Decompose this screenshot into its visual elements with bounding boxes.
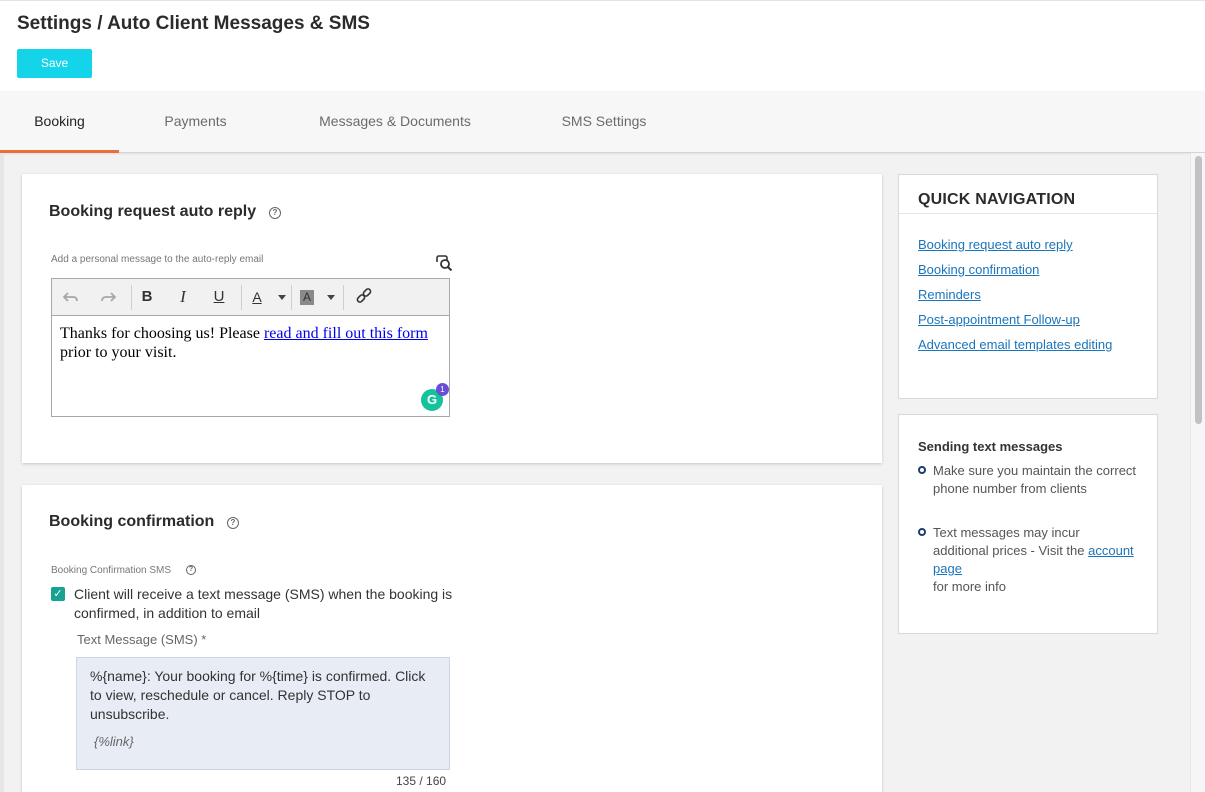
divider <box>899 213 1157 214</box>
tab-messages-documents[interactable]: Messages & Documents <box>300 91 490 152</box>
undo-icon[interactable] <box>63 287 79 307</box>
link-icon[interactable] <box>355 287 373 307</box>
quick-navigation-panel: QUICK NAVIGATION Booking request auto re… <box>898 174 1158 399</box>
quick-navigation-title: QUICK NAVIGATION <box>918 191 1076 208</box>
auto-reply-card: Booking request auto reply ? Add a perso… <box>22 174 882 463</box>
highlight-color-button[interactable]: A <box>300 290 314 305</box>
help-circle-icon[interactable]: ? <box>269 207 281 219</box>
auto-reply-title: Booking request auto reply <box>49 203 257 220</box>
italic-button[interactable]: I <box>174 287 192 307</box>
bold-button[interactable]: B <box>138 287 156 307</box>
sms-tip-text: for more info <box>933 579 1006 594</box>
bullet-icon <box>918 528 926 536</box>
rich-text-editor[interactable]: B I U A A Thanks for choosing us! Please… <box>51 278 450 417</box>
tab-bar: Booking Payments Messages & Documents SM… <box>0 91 1205 153</box>
tab-booking[interactable]: Booking <box>0 91 119 153</box>
sms-tips-panel: Sending text messages Make sure you main… <box>898 414 1158 634</box>
quick-nav-link-advanced-templates[interactable]: Advanced email templates editing <box>918 337 1112 352</box>
toolbar-divider <box>131 285 132 310</box>
auto-reply-field-label: Add a personal message to the auto-reply… <box>51 254 264 265</box>
form-link[interactable]: read and fill out this form <box>264 325 428 342</box>
editor-toolbar: B I U A A <box>52 279 449 316</box>
sms-checkbox[interactable]: ✓ <box>51 587 65 601</box>
help-circle-icon[interactable]: ? <box>186 565 196 575</box>
sms-tip-text: Make sure you maintain the correct phone… <box>933 463 1137 496</box>
scrollbar-thumb[interactable] <box>1195 156 1202 424</box>
character-counter: 135 / 160 <box>396 774 447 788</box>
grammarly-count-badge: 1 <box>436 383 449 396</box>
underline-button[interactable]: U <box>210 287 228 307</box>
sms-tip-item: Make sure you maintain the correct phone… <box>918 462 1138 498</box>
sms-label: Booking Confirmation SMS <box>51 565 172 576</box>
page-title: Settings / Auto Client Messages & SMS <box>17 13 370 34</box>
save-button[interactable]: Save <box>17 49 92 78</box>
sms-tips-title: Sending text messages <box>918 439 1063 454</box>
quick-nav-link-auto-reply[interactable]: Booking request auto reply <box>918 237 1073 252</box>
quick-nav-link-booking-confirmation[interactable]: Booking confirmation <box>918 262 1039 277</box>
sms-message-text: %{name}: Your booking for %{time} is con… <box>90 668 426 722</box>
sms-message-input[interactable]: %{name}: Your booking for %{time} is con… <box>76 657 450 770</box>
page-header: Settings / Auto Client Messages & SMS Sa… <box>0 0 1205 91</box>
editor-text: prior to your visit. <box>60 344 177 361</box>
quick-nav-link-reminders[interactable]: Reminders <box>918 287 981 302</box>
left-rail <box>0 153 4 792</box>
toolbar-divider <box>343 285 344 310</box>
sms-tip-item: Text messages may incur additional price… <box>918 524 1138 596</box>
toolbar-divider <box>241 285 242 310</box>
sms-link-token: {%link} <box>94 734 134 749</box>
preview-search-icon[interactable] <box>435 254 453 271</box>
booking-confirmation-card: Booking confirmation ? Booking Confirmat… <box>22 485 882 792</box>
tab-payments[interactable]: Payments <box>150 91 241 152</box>
text-message-label: Text Message (SMS) * <box>77 632 207 647</box>
editor-text: Thanks for choosing us! Please <box>60 325 264 342</box>
bullet-icon <box>918 466 926 474</box>
editor-content[interactable]: Thanks for choosing us! Please read and … <box>52 316 449 370</box>
sms-tip-text: Text messages may incur additional price… <box>933 525 1089 558</box>
quick-nav-link-follow-up[interactable]: Post-appointment Follow-up <box>918 312 1080 327</box>
chevron-down-icon[interactable] <box>278 295 286 300</box>
redo-icon[interactable] <box>100 287 116 307</box>
chevron-down-icon[interactable] <box>327 295 335 300</box>
toolbar-divider <box>291 285 292 310</box>
sms-checkbox-label: Client will receive a text message (SMS)… <box>74 586 453 621</box>
help-circle-icon[interactable]: ? <box>227 517 239 529</box>
tab-sms-settings[interactable]: SMS Settings <box>548 91 660 152</box>
page-scrollbar[interactable] <box>1190 153 1205 792</box>
text-color-button[interactable]: A <box>249 287 265 307</box>
booking-confirmation-title: Booking confirmation <box>49 513 215 530</box>
